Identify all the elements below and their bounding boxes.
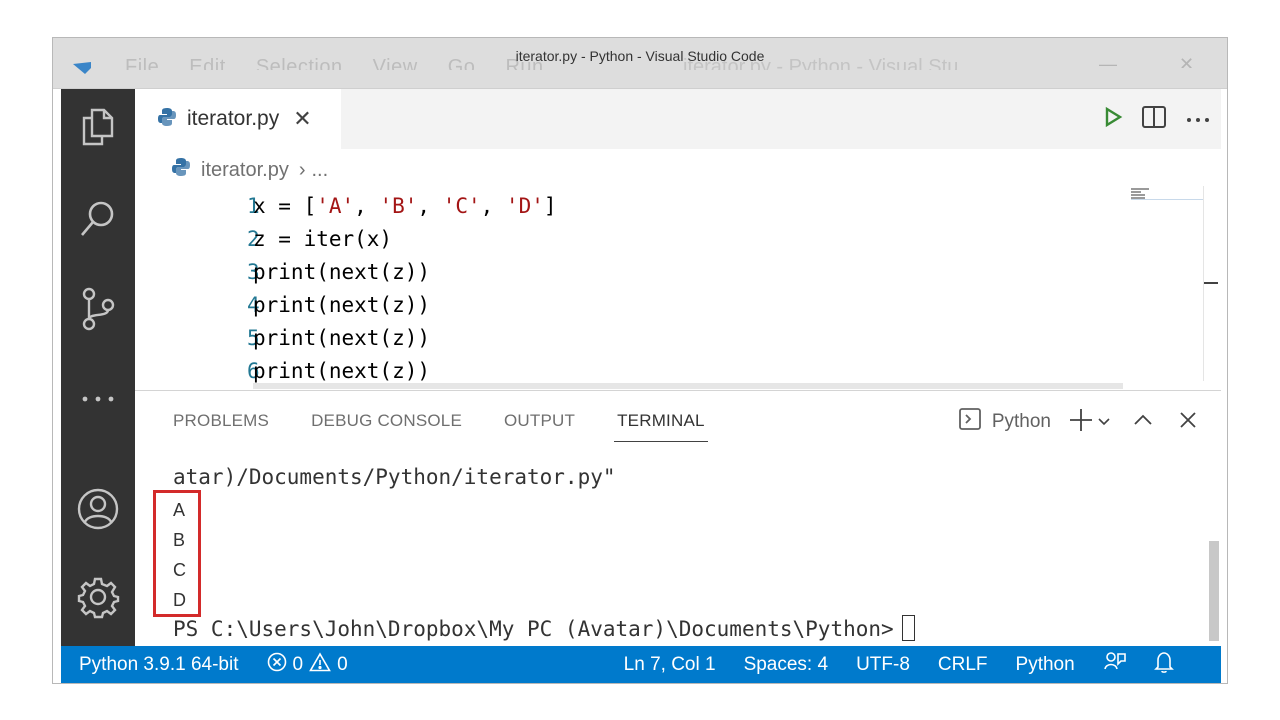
terminal-selector-label: Python (991, 411, 1051, 432)
breadcrumb-file[interactable]: iterator.py (201, 159, 289, 182)
tab-close-icon[interactable]: ✕ (293, 108, 311, 130)
code-line[interactable]: 5 print(next(z)) (135, 321, 430, 354)
maximize-panel-chevron-up-icon[interactable] (1133, 413, 1153, 432)
warning-icon (309, 652, 331, 678)
code-line[interactable]: 6 print(next(z)) (135, 354, 430, 387)
accounts-icon[interactable] (74, 485, 122, 533)
terminal-cursor (901, 615, 915, 641)
end-of-line[interactable]: CRLF (938, 654, 988, 676)
line-number: 1 (247, 193, 260, 218)
language-mode[interactable]: Python (1016, 654, 1075, 676)
tab-output[interactable]: OUTPUT (504, 411, 575, 431)
split-editor-icon[interactable] (1141, 105, 1167, 134)
line-number: 6 (247, 358, 260, 383)
python-interpreter[interactable]: Python 3.9.1 64-bit (79, 654, 239, 676)
tab-bar: iterator.py ✕ (135, 89, 1221, 149)
python-file-icon (157, 107, 177, 132)
terminal-path-line: atar)/Documents/Python/iterator.py" (173, 465, 616, 489)
feedback-icon[interactable] (1103, 651, 1127, 679)
breadcrumb-separator: › (298, 158, 306, 181)
more-icon[interactable] (74, 375, 122, 423)
code-line[interactable]: 4 print(next(z)) (135, 288, 430, 321)
new-terminal-icon[interactable] (1069, 408, 1093, 437)
minimap[interactable] (1131, 186, 1203, 206)
notifications-bell-icon[interactable] (1153, 650, 1175, 680)
cursor-position[interactable]: Ln 7, Col 1 (624, 654, 716, 676)
editor-vertical-scrollbar[interactable] (1203, 186, 1218, 381)
problems-indicator[interactable]: 0 0 (267, 652, 348, 678)
vscode-logo-icon (69, 62, 95, 81)
code-text: print(next(z)) (253, 259, 431, 284)
terminal-prompt: PS C:\Users\John\Dropbox\My PC (Avatar)\… (173, 617, 894, 641)
line-number: 5 (247, 325, 260, 350)
tab-problems[interactable]: PROBLEMS (173, 411, 269, 431)
editor-area: iterator.py ✕ iterator.py › ... 1 x = ['… (135, 89, 1221, 646)
window-title: iterator.py - Python - Visual Studio Cod… (515, 48, 765, 64)
error-count: 0 (292, 654, 304, 675)
tab-label: iterator.py (187, 107, 280, 130)
settings-gear-icon[interactable] (74, 573, 122, 621)
explorer-icon[interactable] (74, 103, 122, 151)
editor-actions (1103, 105, 1211, 134)
output-highlight-box (153, 490, 201, 617)
terminal-icon (958, 407, 982, 437)
search-icon[interactable] (74, 195, 122, 243)
breadcrumb-python-icon (171, 157, 191, 183)
source-control-icon[interactable] (74, 285, 122, 333)
activity-bar (61, 89, 135, 646)
bottom-panel: PROBLEMS DEBUG CONSOLE OUTPUT TERMINAL P… (135, 390, 1221, 646)
code-text: z = iter(x) (253, 226, 393, 251)
line-number: 2 (247, 226, 260, 251)
tab-terminal[interactable]: TERMINAL (614, 411, 708, 442)
run-file-icon[interactable] (1103, 106, 1123, 133)
code-text: print(next(z)) (253, 292, 431, 317)
more-actions-icon[interactable] (1185, 111, 1211, 129)
indentation[interactable]: Spaces: 4 (744, 654, 829, 676)
title-bar: File Edit Selection View Go Run iterator… (53, 38, 1227, 89)
line-number: 4 (247, 292, 260, 317)
panel-tabs: PROBLEMS DEBUG CONSOLE OUTPUT TERMINAL (173, 411, 747, 442)
error-icon (267, 652, 287, 678)
editor-horizontal-scrollbar[interactable] (253, 383, 1123, 389)
tab-iterator-py[interactable]: iterator.py ✕ (135, 89, 341, 149)
code-line[interactable]: 1 x = ['A', 'B', 'C', 'D'] (135, 189, 557, 222)
line-number: 3 (247, 259, 260, 284)
code-line[interactable]: 2 z = iter(x) (135, 222, 392, 255)
panel-actions: Python (958, 407, 1197, 437)
breadcrumb-rest[interactable]: ... (312, 159, 329, 182)
status-bar: Python 3.9.1 64-bit 0 0 Ln 7, Col 1 Spac… (61, 646, 1221, 683)
code-text: x = ['A', 'B', 'C', 'D'] (253, 193, 557, 218)
close-panel-icon[interactable] (1179, 411, 1197, 434)
terminal-scrollbar[interactable] (1209, 541, 1219, 641)
terminal-prompt-line: PS C:\Users\John\Dropbox\My PC (Avatar)\… (173, 615, 915, 641)
tab-debug-console[interactable]: DEBUG CONSOLE (311, 411, 462, 431)
code-text: print(next(z)) (253, 358, 431, 383)
code-line[interactable]: 3 print(next(z)) (135, 255, 430, 288)
terminal-selector[interactable]: Python (958, 407, 1051, 437)
code-text: print(next(z)) (253, 325, 431, 350)
breadcrumb[interactable]: iterator.py › ... (171, 157, 328, 183)
terminal-dropdown-chevron-icon[interactable] (1097, 413, 1111, 431)
encoding[interactable]: UTF-8 (856, 654, 910, 676)
vscode-window: File Edit Selection View Go Run iterator… (52, 37, 1228, 684)
warning-count: 0 (337, 654, 348, 675)
